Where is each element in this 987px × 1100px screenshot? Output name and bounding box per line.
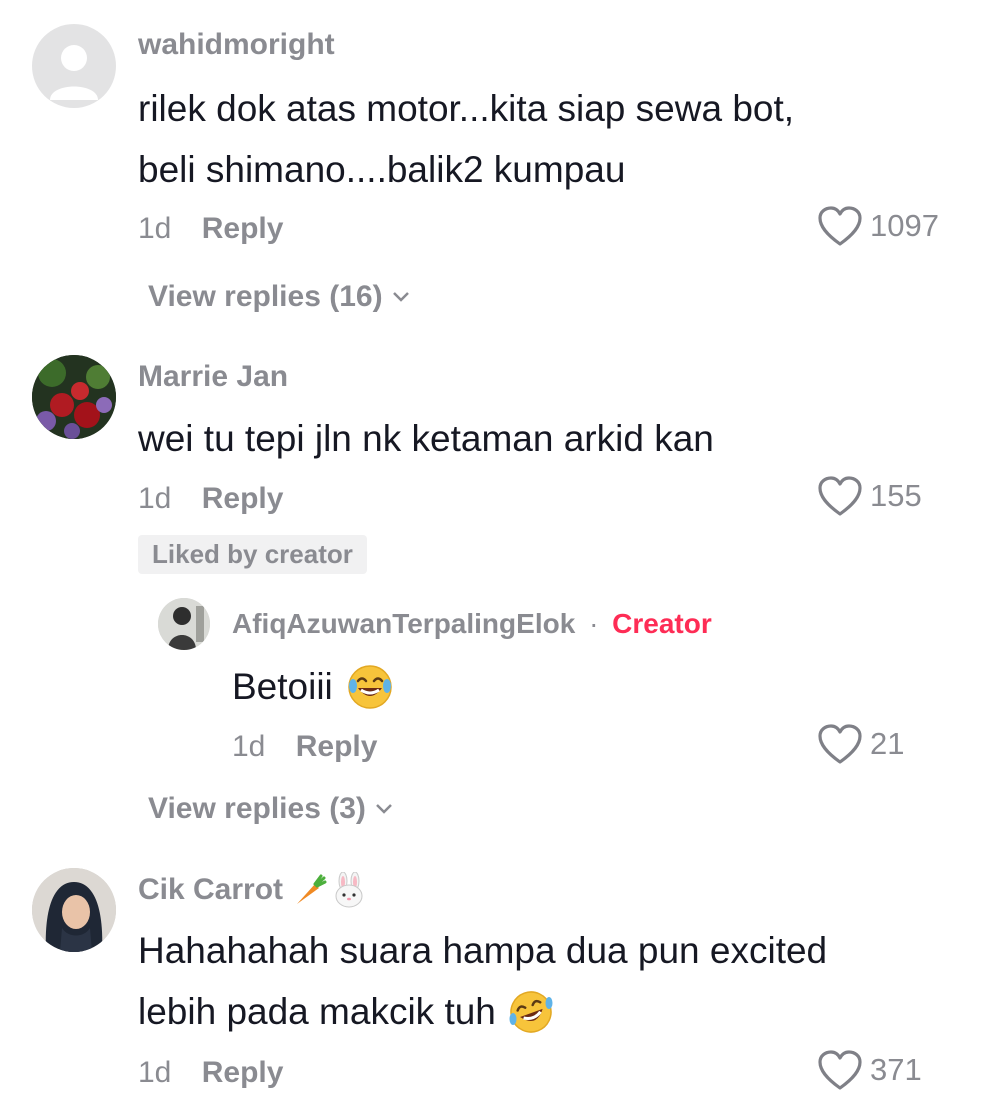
creator-avatar-icon: [158, 598, 210, 650]
flower-avatar-icon: [32, 355, 116, 439]
default-avatar-icon: [50, 45, 98, 100]
like-button[interactable]: 21: [816, 722, 904, 766]
reply-button[interactable]: Reply: [202, 1056, 284, 1089]
heart-outline-icon: [818, 476, 862, 516]
comment-time: 1d: [138, 212, 172, 245]
comment-item: wahidmoright rilek dok atas motor...kita…: [0, 0, 987, 340]
like-button[interactable]: 371: [816, 1048, 922, 1092]
view-replies-button[interactable]: View replies (3): [148, 792, 394, 826]
view-replies-button[interactable]: View replies (16): [148, 280, 411, 314]
comment-time: 1d: [138, 1056, 172, 1089]
user-avatar-icon: [32, 868, 116, 952]
heart-outline-icon: [818, 206, 862, 246]
reply-button[interactable]: Reply: [296, 730, 378, 763]
comment-text-line: wei tu tepi jln nk ketaman arkid kan: [138, 418, 714, 459]
reply-text-content: Betoiii: [232, 666, 333, 707]
comment-item: Cik Carrot Hahahahah suara hampa dua pun…: [0, 860, 987, 1100]
comment-username[interactable]: Marrie Jan: [138, 360, 288, 394]
reply-item: AfiqAzuwanTerpalingElok · Creator Betoii…: [0, 590, 987, 770]
comment-time: 1d: [138, 482, 172, 515]
view-replies-label: View replies (16): [148, 280, 383, 313]
like-count: 21: [870, 726, 905, 761]
liked-by-creator-badge: Liked by creator: [138, 535, 367, 574]
comment-username-row: Cik Carrot: [138, 872, 367, 908]
comment-text-line: beli shimano....balik2 kumpau: [138, 149, 626, 190]
comment-meta: 1d Reply: [138, 482, 283, 516]
carrot-emoji-icon: [297, 874, 327, 904]
tears-of-joy-emoji-icon: [348, 664, 392, 709]
reply-time: 1d: [232, 730, 266, 763]
comment-text: Hahahahah suara hampa dua pun excited le…: [138, 920, 827, 1042]
separator-dot: ·: [589, 608, 599, 639]
like-count: 155: [870, 478, 922, 513]
comment-username[interactable]: wahidmoright: [138, 28, 335, 62]
rabbit-face-emoji-icon: [335, 872, 363, 908]
avatar[interactable]: [158, 598, 210, 650]
reply-username-row: AfiqAzuwanTerpalingElok · Creator: [232, 608, 712, 640]
comment-item: Marrie Jan wei tu tepi jln nk ketaman ar…: [0, 340, 987, 840]
comment-text: rilek dok atas motor...kita siap sewa bo…: [138, 78, 794, 200]
like-count: 371: [870, 1052, 922, 1087]
creator-label: Creator: [612, 608, 712, 639]
view-replies-label: View replies (3): [148, 792, 366, 825]
heart-outline-icon: [818, 1050, 862, 1090]
comment-text-line: rilek dok atas motor...kita siap sewa bo…: [138, 88, 795, 129]
reply-button[interactable]: Reply: [202, 482, 284, 515]
comment-text-line: lebih pada makcik tuh: [138, 991, 496, 1032]
reply-button[interactable]: Reply: [202, 212, 284, 245]
chevron-down-icon: [392, 292, 409, 302]
comment-meta: 1d Reply: [138, 1056, 283, 1090]
like-count: 1097: [870, 208, 939, 243]
comment-username[interactable]: Cik Carrot: [138, 873, 283, 907]
comment-text-line-with-emoji: lebih pada makcik tuh: [138, 981, 827, 1042]
reply-text: Betoiii: [232, 656, 393, 717]
comment-text: wei tu tepi jln nk ketaman arkid kan: [138, 408, 714, 469]
like-button[interactable]: 155: [816, 474, 922, 518]
avatar[interactable]: [32, 24, 116, 108]
comment-text-line: Hahahahah suara hampa dua pun excited: [138, 930, 828, 971]
avatar[interactable]: [32, 355, 116, 439]
reply-meta: 1d Reply: [232, 730, 377, 764]
rofl-emoji-icon: [509, 990, 553, 1033]
chevron-down-icon: [376, 804, 392, 814]
heart-outline-icon: [818, 724, 862, 764]
reply-username[interactable]: AfiqAzuwanTerpalingElok: [232, 608, 575, 639]
avatar[interactable]: [32, 868, 116, 952]
comment-meta: 1d Reply: [138, 212, 283, 246]
like-button[interactable]: 1097: [816, 204, 939, 248]
